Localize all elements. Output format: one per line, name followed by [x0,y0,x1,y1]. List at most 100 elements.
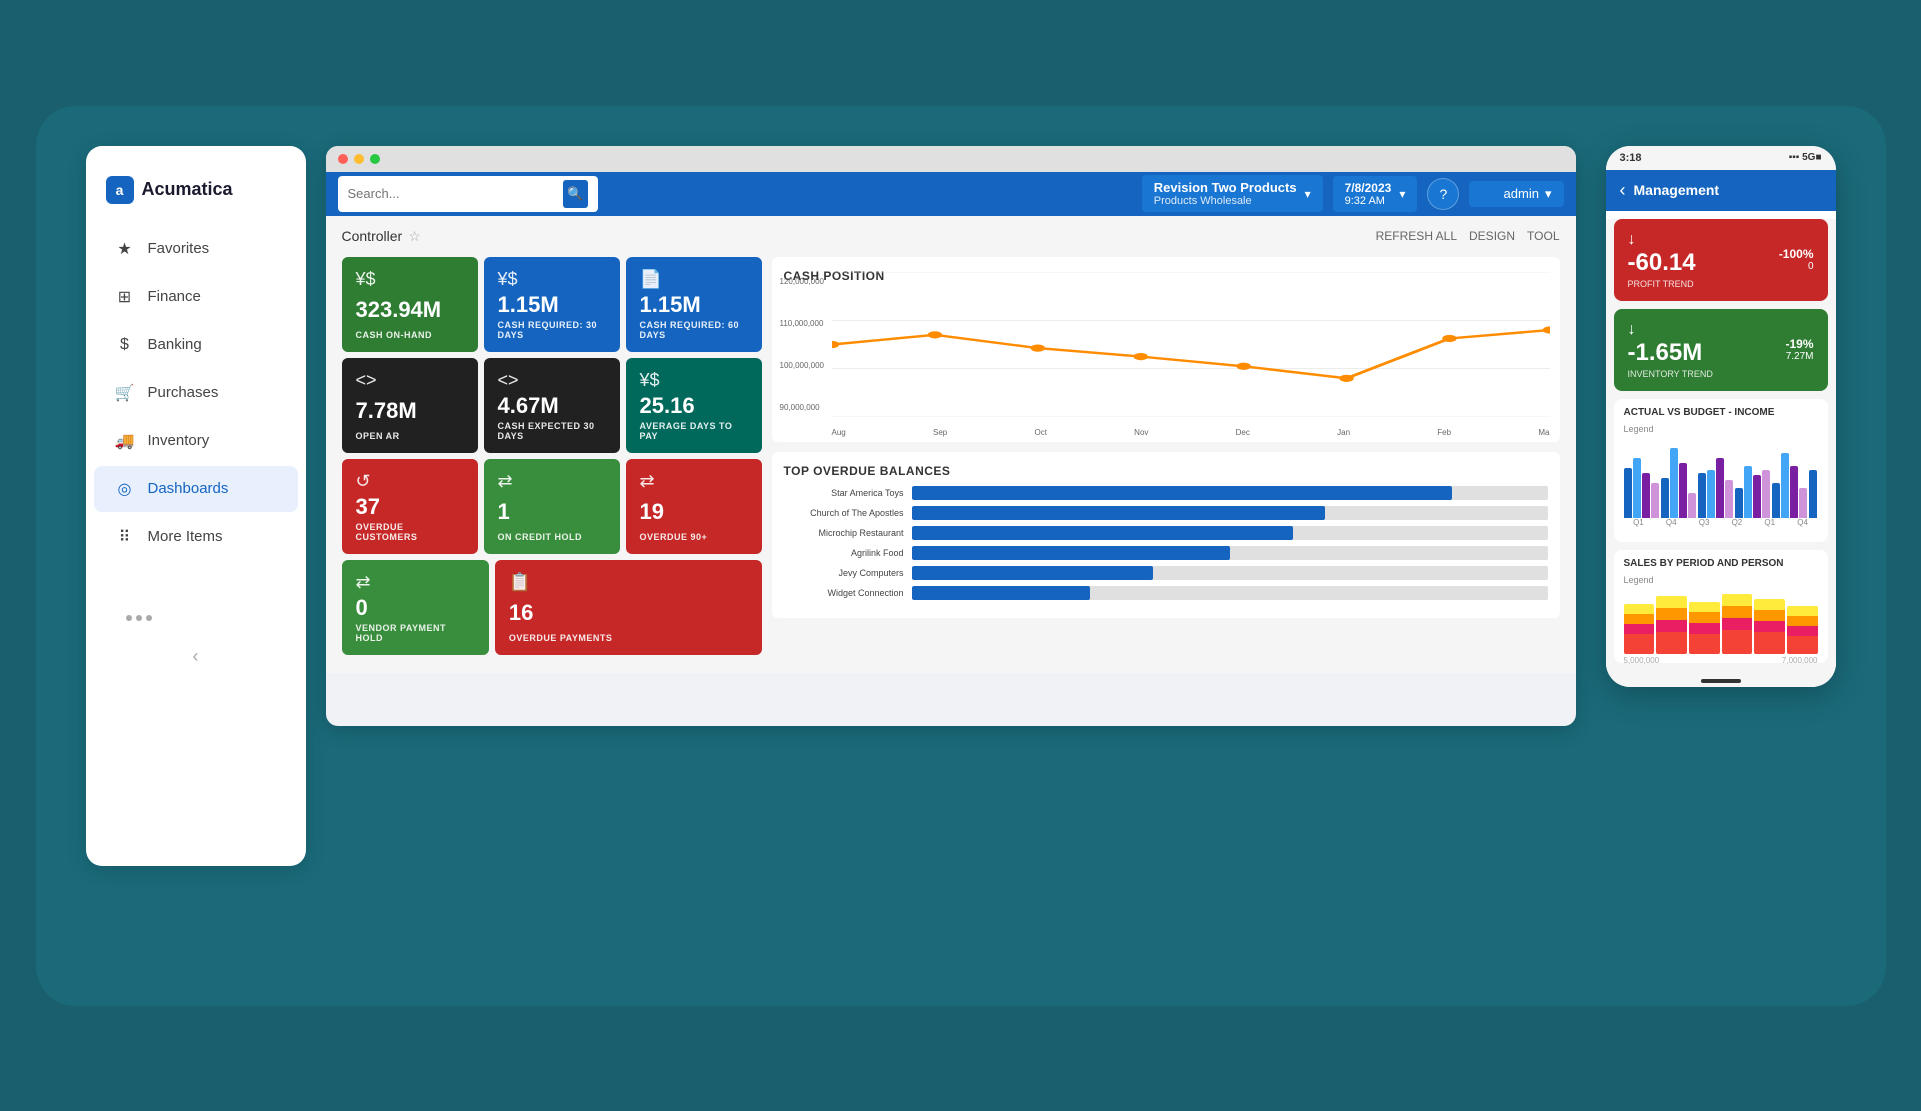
bar-q4-1 [1661,478,1669,518]
sidebar-item-inventory[interactable]: 🚚 Inventory [94,418,298,464]
user-name: admin [1504,186,1539,201]
bar-q4-4 [1688,493,1696,518]
sidebar-item-purchases[interactable]: 🛒 Purchases [94,370,298,416]
y-label-2: 100,000,000 [780,361,825,370]
x-label-aug: Aug [832,428,846,437]
phone-tile-profit[interactable]: ↓ -60.14 PROFIT TREND -100% 0 [1614,219,1828,301]
collapse-sidebar-button[interactable]: ‹ [86,636,306,677]
sidebar-item-banking[interactable]: $ Banking [94,322,298,368]
budget-legend: Legend [1624,424,1818,434]
tile-overdue-90[interactable]: ⇄ 19 OVERDUE 90+ [626,459,762,554]
search-box[interactable]: 🔍 [338,176,598,212]
bar-q2-3 [1753,475,1761,518]
bar-row-5: Widget Connection [784,586,1548,600]
tile-vendor-hold[interactable]: ⇄ 0 VENDOR PAYMENT HOLD [342,560,489,655]
bar-q1-3 [1642,473,1650,518]
dot3 [146,615,152,621]
sidebar-item-more-items[interactable]: ⠿ More Items [94,514,298,560]
cash-60-value: 1.15M [640,294,748,316]
sidebar-item-label: Favorites [148,240,210,257]
bar-q2-1 [1735,488,1743,518]
dot2 [136,615,142,621]
user-menu-button[interactable]: 👤 admin ▾ [1469,181,1563,207]
cash-60-icon: 📄 [640,269,662,290]
open-ar-icon: <> [356,370,377,391]
tile-avg-days[interactable]: ¥$ 25.16 AVERAGE DAYS TO PAY [626,358,762,453]
chart-area [832,272,1550,417]
phone-budget-section: ACTUAL VS BUDGET - INCOME Legend [1614,399,1828,542]
tile-overdue-customers[interactable]: ↺ 37 OVERDUE CUSTOMERS [342,459,478,554]
home-indicator [1606,671,1836,687]
tiles-row-3: ↺ 37 OVERDUE CUSTOMERS ⇄ 1 ON CREDIT HOL… [342,459,762,554]
x-label-oct: Oct [1034,428,1046,437]
tile-cash-on-hand[interactable]: ¥$ 323.94M CASH ON-HAND [342,257,478,352]
bar-q2-2 [1744,466,1752,518]
cash-on-hand-value: 323.94M [356,299,464,321]
bar-fill-5 [912,586,1090,600]
maximize-button[interactable] [370,154,380,164]
sidebar-footer-dots[interactable] [106,600,286,636]
sidebar-item-favorites[interactable]: ★ Favorites [94,226,298,272]
x-label-feb: Feb [1437,428,1451,437]
bar-track-2 [912,526,1548,540]
sidebar-item-label: Inventory [148,432,210,449]
stacked-6 [1787,606,1818,654]
inventory-badge: -19% 7.27M [1785,337,1813,362]
dashboard-content: ¥$ 323.94M CASH ON-HAND ¥$ 1.15M CASH RE… [342,257,1560,661]
y-label-0: 120,000,000 [780,277,825,286]
app-logo: a Acumatica [86,166,306,224]
minimize-button[interactable] [354,154,364,164]
sales-y-max: 7,000,000 [1782,656,1818,665]
inventory-arrow-icon: ↓ [1628,321,1713,339]
phone-sales-section: SALES BY PERIOD AND PERSON Legend [1614,550,1828,663]
close-button[interactable] [338,154,348,164]
x-label-mar: Ma [1538,428,1549,437]
search-icon[interactable]: 🔍 [563,180,587,208]
sidebar-item-finance[interactable]: ⊞ Finance [94,274,298,320]
refresh-all-button[interactable]: REFRESH ALL [1376,229,1457,243]
profit-value: -60.14 [1628,249,1696,277]
phone-back-button[interactable]: ‹ [1620,180,1626,201]
tile-open-ar[interactable]: <> 7.78M OPEN AR [342,358,478,453]
overdue-payments-icon: 📋 [509,572,531,593]
x-q3: Q3 [1689,518,1719,527]
tile-cash-30[interactable]: ¥$ 1.15M CASH REQUIRED: 30 DAYS [484,257,620,352]
tile-cash-60[interactable]: 📄 1.15M CASH REQUIRED: 60 DAYS [626,257,762,352]
design-button[interactable]: DESIGN [1469,229,1515,243]
breadcrumb-star-icon[interactable]: ☆ [408,228,421,245]
cash-30-icon: ¥$ [498,269,518,290]
bar-q1b-1 [1772,483,1780,518]
overdue-payments-value: 16 [509,602,748,624]
x-label-nov: Nov [1134,428,1148,437]
tile-credit-hold[interactable]: ⇄ 1 ON CREDIT HOLD [484,459,620,554]
cash-on-hand-label: CASH ON-HAND [356,330,464,340]
help-button[interactable]: ? [1427,178,1459,210]
sales-legend: Legend [1624,575,1818,585]
company-selector[interactable]: Revision Two Products Products Wholesale… [1142,175,1323,212]
phone-tile-inventory[interactable]: ↓ -1.65M INVENTORY TREND -19% 7.27M [1614,309,1828,391]
profit-arrow-icon: ↓ [1628,231,1696,249]
tiles-row-1: ¥$ 323.94M CASH ON-HAND ¥$ 1.15M CASH RE… [342,257,762,352]
vendor-hold-value: 0 [356,597,475,619]
outer-wrapper: a Acumatica ★ Favorites ⊞ Finance $ Bank… [36,106,1886,1006]
chart-section: CASH POSITION 120,000,000 110,000,000 10… [772,257,1560,661]
tile-overdue-payments[interactable]: 📋 16 OVERDUE PAYMENTS [495,560,762,655]
datetime-chevron-icon: ▾ [1399,187,1405,201]
bar-track-4 [912,566,1548,580]
line-chart-svg [832,272,1550,417]
x-label-jan: Jan [1337,428,1350,437]
search-input[interactable] [348,186,558,201]
stacked-3 [1689,602,1720,654]
inventory-pct: -19% [1785,337,1813,351]
tile-cash-expected[interactable]: <> 4.67M CASH EXPECTED 30 DAYS [484,358,620,453]
stacked-4 [1722,594,1753,654]
datetime-box[interactable]: 7/8/2023 9:32 AM ▾ [1333,176,1418,212]
sidebar-item-dashboards[interactable]: ◎ Dashboards [94,466,298,512]
phone-time: 3:18 [1620,152,1642,164]
tools-button[interactable]: TOOL [1527,229,1559,243]
content-header: Controller ☆ REFRESH ALL DESIGN TOOL [342,228,1560,245]
help-icon: ? [1439,186,1447,202]
chart-x-labels: Aug Sep Oct Nov Dec Jan Feb Ma [832,428,1550,437]
bar-q3-2 [1707,470,1715,518]
y-label-3: 90,000,000 [780,403,825,412]
